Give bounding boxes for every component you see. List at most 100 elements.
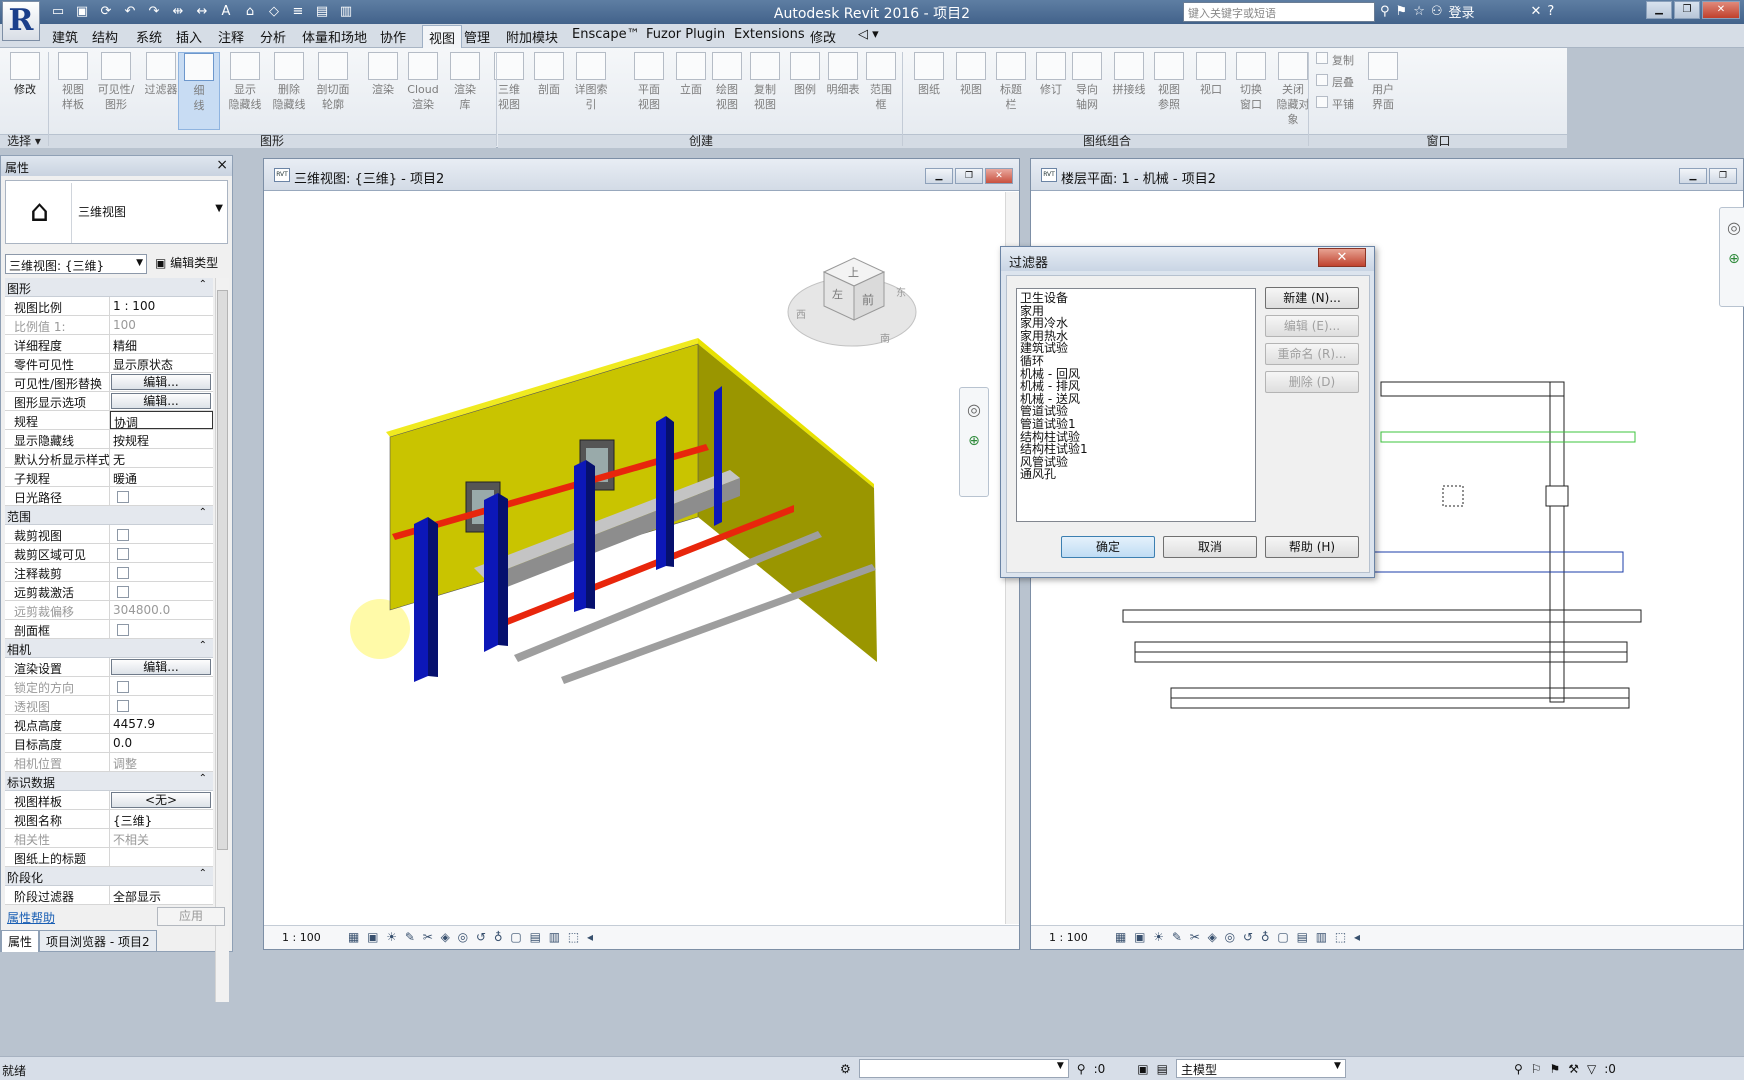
new-filter-button[interactable]: 新建 (N)... xyxy=(1265,287,1359,309)
undo-icon[interactable]: ↶ xyxy=(120,2,140,22)
exchange-icon[interactable]: ✕ xyxy=(1531,4,1542,19)
measure-icon[interactable]: ⇹ xyxy=(168,2,188,22)
restore-button[interactable]: ❐ xyxy=(955,168,983,184)
ribbon-tool-16[interactable]: 绘图 视图 xyxy=(706,52,748,112)
help-button[interactable]: 帮助 (H) xyxy=(1265,536,1359,558)
cancel-button[interactable]: 取消 xyxy=(1163,536,1257,558)
workset-icon[interactable]: ⚙ xyxy=(840,1062,851,1076)
tab-10[interactable]: 附加模块 xyxy=(506,27,558,46)
ribbon-tool-28[interactable]: 视口 xyxy=(1190,52,1232,97)
edit-type-button[interactable]: ▣ 编辑类型 xyxy=(155,254,218,271)
view-instance-dropdown[interactable]: 三维视图: {三维} ▼ xyxy=(5,254,147,274)
dimension-icon[interactable]: ↔ xyxy=(192,2,212,22)
ribbon-tool-6[interactable]: 删除 隐藏线 xyxy=(268,52,310,112)
ribbon-tool-34[interactable]: 用户 界面 xyxy=(1362,52,1404,112)
open-icon[interactable]: ▭ xyxy=(48,2,68,22)
collapse-icon[interactable]: ⌃ xyxy=(199,279,207,290)
zoom-icon[interactable]: ⊕ xyxy=(1720,251,1744,267)
filter-list-item[interactable]: 家用冷水 xyxy=(1020,317,1252,330)
property-value[interactable]: 显示原状态 xyxy=(110,354,213,372)
property-value[interactable]: 全部显示 xyxy=(110,886,213,904)
restore-button[interactable]: ❐ xyxy=(1709,168,1737,184)
workset-dropdown[interactable]: ▼ xyxy=(858,1059,1069,1078)
minimize-button[interactable]: ▁ xyxy=(925,168,953,184)
ribbon-tool-29[interactable]: 切换 窗口 xyxy=(1230,52,1272,112)
close-button[interactable]: ✕ xyxy=(1702,1,1740,19)
ribbon-tool-22[interactable]: 视图 xyxy=(950,52,992,97)
filter-list-item[interactable]: 结构柱试验1 xyxy=(1020,443,1252,456)
filter-list-item[interactable]: 机械 - 排风 xyxy=(1020,380,1252,393)
collapse-icon[interactable]: ⌃ xyxy=(199,640,207,651)
properties-section-1[interactable]: 范围 ⌃ xyxy=(5,506,213,525)
ok-button[interactable]: 确定 xyxy=(1061,536,1155,558)
properties-help-link[interactable]: 属性帮助 xyxy=(7,909,55,926)
tab-6[interactable]: 体量和场地 xyxy=(302,27,367,46)
ribbon-group-0[interactable]: 选择 ▾ xyxy=(0,134,48,148)
tab-12[interactable]: Fuzor Plugin xyxy=(646,27,725,42)
properties-section-0[interactable]: 图形 ⌃ xyxy=(5,278,213,297)
ribbon-tool-13[interactable]: 详图索引 xyxy=(570,52,612,112)
ribbon-tool-5[interactable]: 显示 隐藏线 xyxy=(224,52,266,112)
text-icon[interactable]: A xyxy=(216,2,236,22)
ribbon-tool-8[interactable]: 渲染 xyxy=(362,52,404,97)
properties-section-2[interactable]: 相机 ⌃ xyxy=(5,639,213,658)
3d-icon[interactable]: ⌂ xyxy=(240,2,260,22)
property-value[interactable]: 4457.9 xyxy=(110,715,213,733)
steering-wheel-icon[interactable]: ◎ xyxy=(960,400,988,419)
minimize-button[interactable]: ▁ xyxy=(1679,168,1707,184)
ribbon-tool-0[interactable]: 修改 xyxy=(4,52,46,97)
edit-filter-button[interactable]: 编辑 (E)... xyxy=(1265,315,1359,337)
tab-1[interactable]: 结构 xyxy=(92,27,118,46)
property-checkbox[interactable] xyxy=(117,529,129,541)
login-button[interactable]: 登录 xyxy=(1449,2,1475,21)
editing-requests-icon[interactable]: ⚲ xyxy=(1077,1062,1086,1076)
ribbon-tool-1[interactable]: 视图 样板 xyxy=(52,52,94,112)
select-pinned-icon[interactable]: ⚐ xyxy=(1531,1062,1542,1076)
ribbon-tool-11[interactable]: 三维 视图 xyxy=(488,52,530,112)
tab-project-browser[interactable]: 项目浏览器 - 项目2 xyxy=(39,930,157,952)
filter-list-item[interactable]: 管道试验1 xyxy=(1020,418,1252,431)
filter-icon[interactable]: ▽ xyxy=(1587,1062,1596,1076)
save-icon[interactable]: ▣ xyxy=(72,2,92,22)
plan-scale[interactable]: 1 : 100 xyxy=(1049,931,1088,944)
tab-11[interactable]: Enscape™ xyxy=(572,27,640,42)
ribbon-tool-2[interactable]: 可见性/ 图形 xyxy=(95,52,137,112)
ribbon-tool-23[interactable]: 标题 栏 xyxy=(990,52,1032,112)
plan-navigation-bar[interactable]: ◎ ⊕ xyxy=(1719,207,1744,307)
property-value[interactable]: 无 xyxy=(110,449,213,467)
ribbon-tool-25[interactable]: 导向 轴网 xyxy=(1066,52,1108,112)
plan-control-icons[interactable]: ▦ ▣ ☀ ✎ ✂ ◈ ◎ ↺ ♁ ▢ ▤ ▥ ⬚ ◂ xyxy=(1115,930,1362,944)
binoculars-icon[interactable]: ⚲ xyxy=(1380,4,1390,19)
user-icon[interactable]: ⚇ xyxy=(1431,4,1443,19)
property-checkbox[interactable] xyxy=(117,586,129,598)
restore-button[interactable]: ❐ xyxy=(1674,1,1700,19)
favorites-icon[interactable]: ☆ xyxy=(1413,4,1425,19)
thin-lines-icon[interactable]: ≡ xyxy=(288,2,308,22)
tab-2[interactable]: 系统 xyxy=(136,27,162,46)
ribbon-tool-19[interactable]: 明细表 xyxy=(822,52,864,97)
model-icon[interactable]: ▤ xyxy=(1157,1062,1168,1076)
properties-scrollbar[interactable] xyxy=(215,278,229,1002)
tab-0[interactable]: 建筑 xyxy=(52,27,78,46)
collapse-icon[interactable]: ⌃ xyxy=(199,868,207,879)
property-value[interactable]: 0.0 xyxy=(110,734,213,752)
switch-windows-icon[interactable]: ▥ xyxy=(336,2,356,22)
filter-list-item[interactable]: 卫生设备 xyxy=(1020,292,1252,305)
property-value[interactable] xyxy=(110,848,213,866)
property-value[interactable]: 暖通 xyxy=(110,468,213,486)
tab-8[interactable]: 视图 xyxy=(422,25,463,48)
property-checkbox[interactable] xyxy=(117,567,129,579)
ribbon-tool-20[interactable]: 范围 框 xyxy=(860,52,902,112)
tab-3[interactable]: 插入 xyxy=(176,27,202,46)
viewcube[interactable]: 上 前 左 东 南 西 xyxy=(787,257,917,347)
ribbon-tool-14[interactable]: 平面 视图 xyxy=(628,52,670,112)
tab-13[interactable]: Extensions xyxy=(734,27,805,42)
ribbon-tool-27[interactable]: 视图 参照 xyxy=(1148,52,1190,112)
search-input[interactable]: 键入关键字或短语 xyxy=(1183,2,1375,22)
tab-9[interactable]: 管理 xyxy=(464,27,490,46)
ribbon-tool-12[interactable]: 剖面 xyxy=(528,52,570,97)
view-control-icons[interactable]: ▦ ▣ ☀ ✎ ✂ ◈ ◎ ↺ ♁ ▢ ▤ ▥ ⬚ ◂ xyxy=(348,930,595,944)
collapse-icon[interactable]: ⌃ xyxy=(199,773,207,784)
property-edit-button[interactable]: 编辑... xyxy=(111,393,211,409)
tab-properties[interactable]: 属性 xyxy=(1,930,40,952)
